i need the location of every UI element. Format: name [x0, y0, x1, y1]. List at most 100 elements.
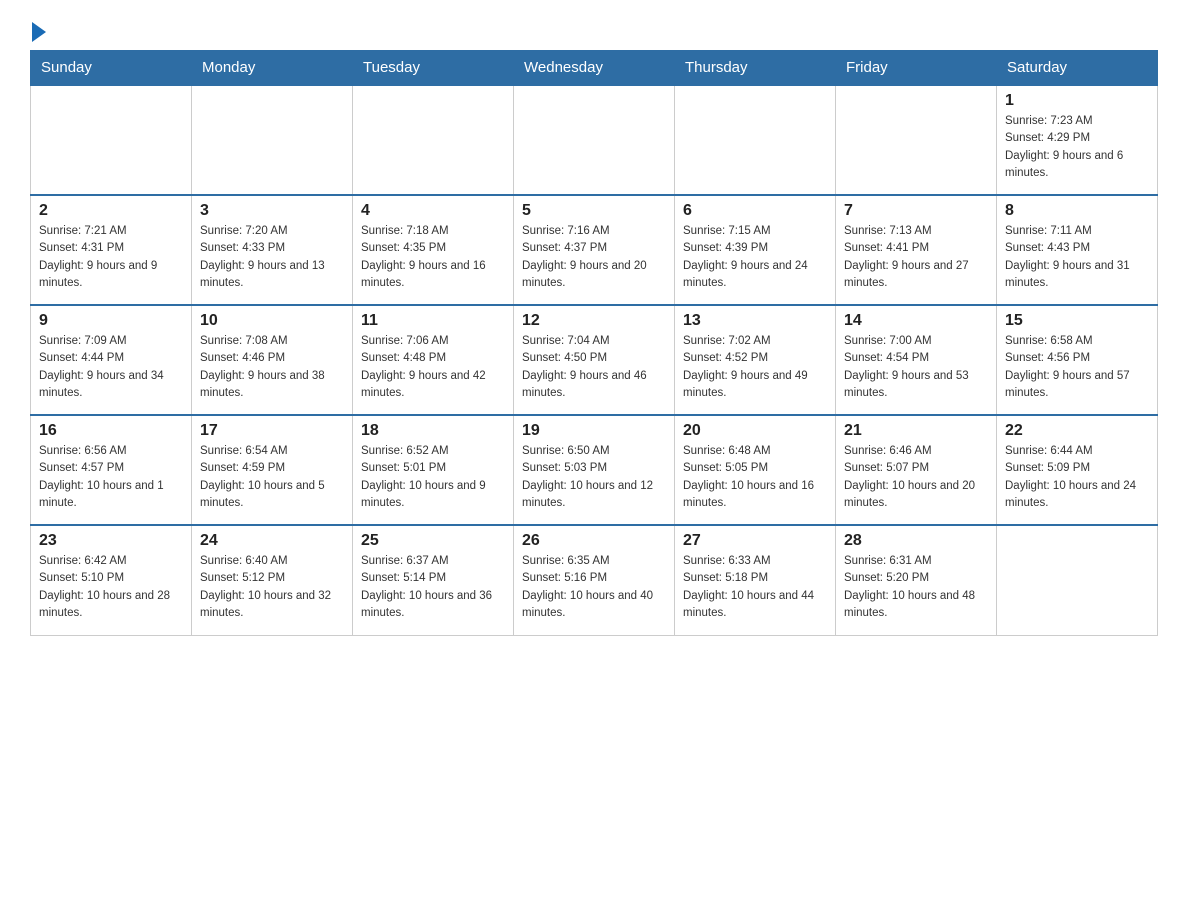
day-number: 7 [844, 202, 988, 220]
logo [30, 20, 46, 40]
weekday-header-thursday: Thursday [675, 51, 836, 86]
day-info: Sunrise: 7:00 AMSunset: 4:54 PMDaylight:… [844, 333, 988, 402]
calendar-cell: 1Sunrise: 7:23 AMSunset: 4:29 PMDaylight… [997, 85, 1158, 195]
calendar-cell [675, 85, 836, 195]
day-info: Sunrise: 6:54 AMSunset: 4:59 PMDaylight:… [200, 443, 344, 512]
calendar-table: SundayMondayTuesdayWednesdayThursdayFrid… [30, 50, 1158, 636]
weekday-header-monday: Monday [192, 51, 353, 86]
day-info: Sunrise: 6:48 AMSunset: 5:05 PMDaylight:… [683, 443, 827, 512]
calendar-cell: 16 Sunrise: 6:56 AMSunset: 4:57 PMDayligh… [31, 415, 192, 525]
day-number: 3 [200, 202, 344, 220]
day-number: 4 [361, 202, 505, 220]
calendar-cell [836, 85, 997, 195]
day-number: 12 [522, 312, 666, 330]
day-number: 6 [683, 202, 827, 220]
day-info: Sunrise: 7:21 AMSunset: 4:31 PMDaylight:… [39, 223, 183, 292]
day-info: Sunrise: 6:56 AMSunset: 4:57 PMDaylight:… [39, 443, 183, 512]
day-info: Sunrise: 6:58 AMSunset: 4:56 PMDaylight:… [1005, 333, 1149, 402]
weekday-header-row: SundayMondayTuesdayWednesdayThursdayFrid… [31, 51, 1158, 86]
logo-arrow-icon [32, 22, 46, 42]
calendar-cell: 4 Sunrise: 7:18 AMSunset: 4:35 PMDaylight… [353, 195, 514, 305]
calendar-cell: 2Sunrise: 7:21 AMSunset: 4:31 PMDaylight… [31, 195, 192, 305]
calendar-cell: 28 Sunrise: 6:31 AMSunset: 5:20 PMDayligh… [836, 525, 997, 635]
day-info: Sunrise: 7:11 AMSunset: 4:43 PMDaylight:… [1005, 223, 1149, 292]
calendar-cell: 9 Sunrise: 7:09 AMSunset: 4:44 PMDaylight… [31, 305, 192, 415]
calendar-cell: 12Sunrise: 7:04 AMSunset: 4:50 PMDayligh… [514, 305, 675, 415]
calendar-cell: 22 Sunrise: 6:44 AMSunset: 5:09 PMDayligh… [997, 415, 1158, 525]
day-number: 10 [200, 312, 344, 330]
day-info: Sunrise: 7:20 AMSunset: 4:33 PMDaylight:… [200, 223, 344, 292]
calendar-cell [514, 85, 675, 195]
day-number: 25 [361, 532, 505, 550]
calendar-cell: 13 Sunrise: 7:02 AMSunset: 4:52 PMDayligh… [675, 305, 836, 415]
calendar-cell [31, 85, 192, 195]
day-info: Sunrise: 6:50 AMSunset: 5:03 PMDaylight:… [522, 443, 666, 512]
day-number: 11 [361, 312, 505, 330]
calendar-cell: 26 Sunrise: 6:35 AMSunset: 5:16 PMDayligh… [514, 525, 675, 635]
calendar-cell: 20 Sunrise: 6:48 AMSunset: 5:05 PMDayligh… [675, 415, 836, 525]
day-number: 15 [1005, 312, 1149, 330]
weekday-header-friday: Friday [836, 51, 997, 86]
day-info: Sunrise: 7:23 AMSunset: 4:29 PMDaylight:… [1005, 113, 1149, 182]
day-info: Sunrise: 7:15 AMSunset: 4:39 PMDaylight:… [683, 223, 827, 292]
calendar-cell: 15 Sunrise: 6:58 AMSunset: 4:56 PMDayligh… [997, 305, 1158, 415]
day-number: 28 [844, 532, 988, 550]
week-row-2: 2Sunrise: 7:21 AMSunset: 4:31 PMDaylight… [31, 195, 1158, 305]
day-info: Sunrise: 7:06 AMSunset: 4:48 PMDaylight:… [361, 333, 505, 402]
day-number: 13 [683, 312, 827, 330]
calendar-cell: 3 Sunrise: 7:20 AMSunset: 4:33 PMDaylight… [192, 195, 353, 305]
day-number: 8 [1005, 202, 1149, 220]
calendar-cell: 10Sunrise: 7:08 AMSunset: 4:46 PMDayligh… [192, 305, 353, 415]
day-number: 20 [683, 422, 827, 440]
day-info: Sunrise: 6:52 AMSunset: 5:01 PMDaylight:… [361, 443, 505, 512]
week-row-3: 9 Sunrise: 7:09 AMSunset: 4:44 PMDaylight… [31, 305, 1158, 415]
calendar-header: SundayMondayTuesdayWednesdayThursdayFrid… [31, 51, 1158, 86]
day-info: Sunrise: 6:33 AMSunset: 5:18 PMDaylight:… [683, 553, 827, 622]
weekday-header-wednesday: Wednesday [514, 51, 675, 86]
day-info: Sunrise: 6:31 AMSunset: 5:20 PMDaylight:… [844, 553, 988, 622]
calendar-cell: 6 Sunrise: 7:15 AMSunset: 4:39 PMDaylight… [675, 195, 836, 305]
weekday-header-tuesday: Tuesday [353, 51, 514, 86]
day-info: Sunrise: 7:13 AMSunset: 4:41 PMDaylight:… [844, 223, 988, 292]
day-number: 16 [39, 422, 183, 440]
calendar-cell [353, 85, 514, 195]
day-number: 21 [844, 422, 988, 440]
calendar-cell: 27 Sunrise: 6:33 AMSunset: 5:18 PMDayligh… [675, 525, 836, 635]
day-info: Sunrise: 6:44 AMSunset: 5:09 PMDaylight:… [1005, 443, 1149, 512]
day-number: 24 [200, 532, 344, 550]
day-info: Sunrise: 7:09 AMSunset: 4:44 PMDaylight:… [39, 333, 183, 402]
day-info: Sunrise: 6:46 AMSunset: 5:07 PMDaylight:… [844, 443, 988, 512]
day-info: Sunrise: 7:18 AMSunset: 4:35 PMDaylight:… [361, 223, 505, 292]
day-info: Sunrise: 7:02 AMSunset: 4:52 PMDaylight:… [683, 333, 827, 402]
day-number: 17 [200, 422, 344, 440]
day-info: Sunrise: 6:37 AMSunset: 5:14 PMDaylight:… [361, 553, 505, 622]
day-number: 26 [522, 532, 666, 550]
day-number: 9 [39, 312, 183, 330]
week-row-1: 1Sunrise: 7:23 AMSunset: 4:29 PMDaylight… [31, 85, 1158, 195]
day-info: Sunrise: 7:16 AMSunset: 4:37 PMDaylight:… [522, 223, 666, 292]
day-info: Sunrise: 6:35 AMSunset: 5:16 PMDaylight:… [522, 553, 666, 622]
day-info: Sunrise: 6:42 AMSunset: 5:10 PMDaylight:… [39, 553, 183, 622]
weekday-header-saturday: Saturday [997, 51, 1158, 86]
day-number: 19 [522, 422, 666, 440]
day-number: 18 [361, 422, 505, 440]
day-number: 5 [522, 202, 666, 220]
calendar-cell: 23Sunrise: 6:42 AMSunset: 5:10 PMDayligh… [31, 525, 192, 635]
calendar-cell: 11 Sunrise: 7:06 AMSunset: 4:48 PMDayligh… [353, 305, 514, 415]
weekday-header-sunday: Sunday [31, 51, 192, 86]
calendar-cell: 14 Sunrise: 7:00 AMSunset: 4:54 PMDayligh… [836, 305, 997, 415]
week-row-5: 23Sunrise: 6:42 AMSunset: 5:10 PMDayligh… [31, 525, 1158, 635]
day-number: 22 [1005, 422, 1149, 440]
calendar-cell: 17 Sunrise: 6:54 AMSunset: 4:59 PMDayligh… [192, 415, 353, 525]
calendar-cell: 7 Sunrise: 7:13 AMSunset: 4:41 PMDaylight… [836, 195, 997, 305]
week-row-4: 16 Sunrise: 6:56 AMSunset: 4:57 PMDayligh… [31, 415, 1158, 525]
calendar-cell: 21 Sunrise: 6:46 AMSunset: 5:07 PMDayligh… [836, 415, 997, 525]
day-number: 27 [683, 532, 827, 550]
calendar-cell: 18 Sunrise: 6:52 AMSunset: 5:01 PMDayligh… [353, 415, 514, 525]
page-header [30, 20, 1158, 40]
calendar-cell [192, 85, 353, 195]
calendar-cell: 25 Sunrise: 6:37 AMSunset: 5:14 PMDayligh… [353, 525, 514, 635]
day-number: 14 [844, 312, 988, 330]
calendar-cell: 5 Sunrise: 7:16 AMSunset: 4:37 PMDaylight… [514, 195, 675, 305]
calendar-body: 1Sunrise: 7:23 AMSunset: 4:29 PMDaylight… [31, 85, 1158, 635]
